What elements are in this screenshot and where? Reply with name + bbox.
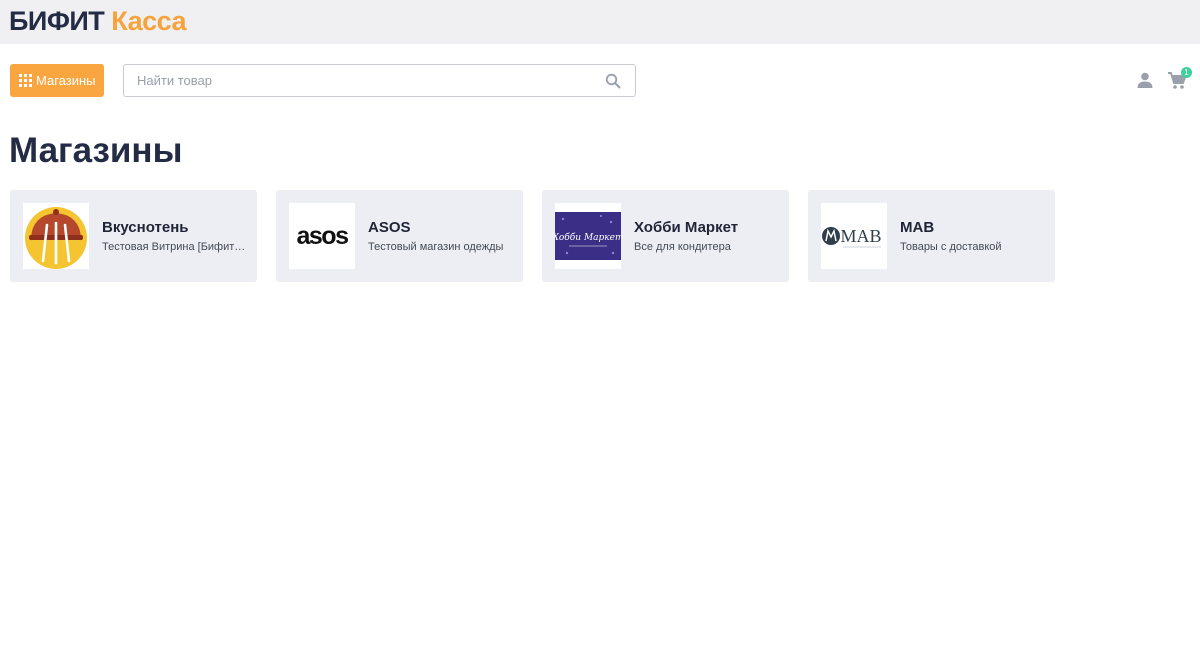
store-name: Хобби Маркет	[634, 219, 739, 236]
store-card-vkusnoten[interactable]: Вкуснотень Тестовая Витрина [Бифит Касса…	[10, 190, 257, 282]
top-bar: БИФИТ Касса	[0, 0, 1200, 44]
search-input[interactable]	[137, 65, 597, 96]
hobby-market-logo-image: Хобби Маркет	[555, 212, 621, 260]
shops-button-label: Магазины	[36, 73, 96, 88]
store-name: Вкуснотень	[102, 219, 189, 236]
svg-text:Хобби Маркет: Хобби Маркет	[555, 232, 621, 243]
store-card-hobby-market[interactable]: Хобби Маркет Хобби Маркет Все для кондит…	[542, 190, 789, 282]
store-description: Тестовая Витрина [Бифит Касса]	[102, 241, 248, 253]
store-logo-vkusnoten	[23, 203, 89, 269]
store-name: ASOS	[368, 219, 411, 236]
store-description: Все для кондитера	[634, 241, 731, 253]
page-title: Магазины	[9, 131, 183, 170]
search-icon[interactable]	[605, 73, 621, 89]
brand-logo[interactable]: БИФИТ Касса	[9, 5, 186, 37]
logo-text-kassa: Касса	[111, 6, 186, 36]
restaurant-cloche-icon	[25, 207, 87, 269]
store-logo-mab: MAB	[821, 203, 887, 269]
logo-text-bifit: БИФИТ	[9, 6, 105, 36]
store-description: Тестовый магазин одежды	[368, 241, 504, 253]
store-description: Товары с доставкой	[900, 241, 1002, 253]
asos-logo-image: asos	[297, 222, 350, 250]
store-card-asos[interactable]: asos ASOS Тестовый магазин одежды	[276, 190, 523, 282]
store-logo-hobby-market: Хобби Маркет	[555, 203, 621, 269]
store-name: MAB	[900, 219, 935, 236]
grid-icon	[19, 74, 32, 87]
svg-text:asos: asos	[297, 222, 349, 250]
store-card-mab[interactable]: MAB MAB Товары с доставкой	[808, 190, 1055, 282]
store-logo-asos: asos	[289, 203, 355, 269]
svg-text:MAB: MAB	[840, 226, 881, 246]
cart-count-badge: 1	[1181, 67, 1192, 78]
user-icon[interactable]	[1136, 71, 1154, 89]
mab-logo-image: MAB	[822, 226, 882, 248]
search-box	[123, 64, 636, 97]
shops-button[interactable]: Магазины	[10, 64, 104, 97]
